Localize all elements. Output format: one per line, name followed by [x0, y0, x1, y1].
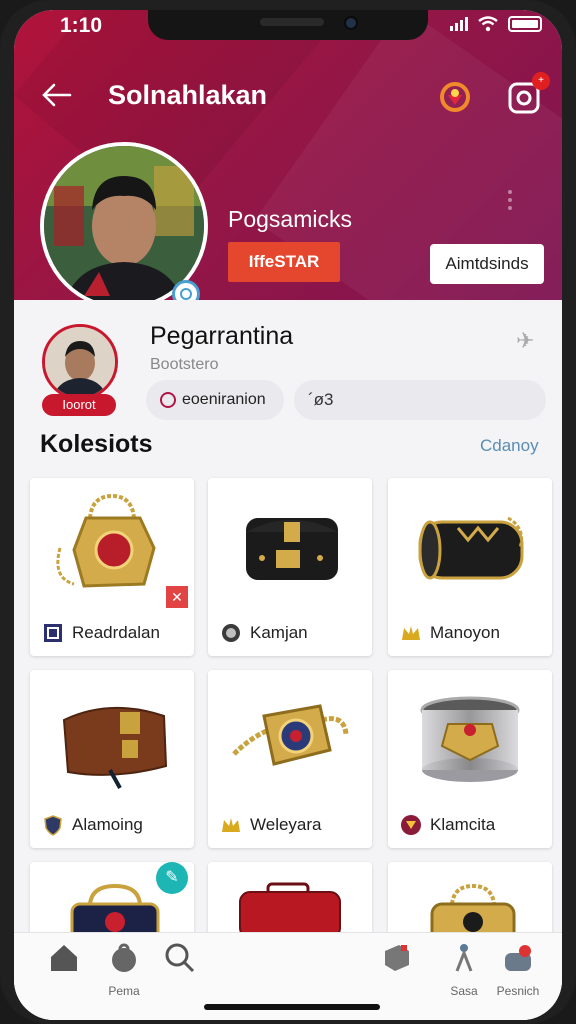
share-plane-icon[interactable]: ✈: [516, 328, 534, 354]
corner-tag-icon: ✕: [166, 586, 188, 608]
barrel-bag-icon: [418, 516, 524, 580]
search-icon: [165, 943, 195, 973]
home-indicator: [204, 1004, 380, 1010]
brown-bag-icon: [62, 706, 168, 789]
home-icon: [51, 945, 77, 971]
tile-label: Readrdalan: [72, 623, 160, 642]
tile-label: Kamjan: [250, 623, 308, 642]
page-title: Solnahlakan: [108, 80, 268, 110]
avatar-tag: Ioorot: [42, 394, 116, 416]
tile-label: Klamcita: [430, 815, 496, 834]
action-pill-label: eoeniranion: [182, 391, 266, 408]
wifi-icon: [478, 16, 498, 32]
tile-label: Manoyon: [430, 623, 500, 642]
collection-tile[interactable]: Manoyon: [388, 478, 552, 656]
bag-icon: [112, 943, 136, 972]
gold-belt-icon: [232, 704, 349, 766]
nav-item-pesnich[interactable]: Pesnich: [488, 941, 548, 998]
square-emblem-icon: [42, 622, 64, 644]
notification-badge: +: [532, 72, 550, 90]
top-bar: Solnahlakan +: [14, 70, 562, 126]
figure-icon: [455, 944, 473, 972]
round-badge-icon: [220, 622, 242, 644]
nav-item-box[interactable]: [366, 941, 426, 984]
collection-tile[interactable]: Weleyara: [208, 670, 372, 848]
status-icons: [450, 16, 542, 32]
app-screen: 1:10 Solnahlakan + Pogsamicks IffeSTAR A…: [14, 10, 562, 1020]
more-dots-icon[interactable]: [508, 186, 514, 214]
achievement-badge-icon[interactable]: [434, 76, 476, 118]
nav-item-search[interactable]: [150, 941, 210, 984]
value-pill[interactable]: ´ø3: [294, 380, 546, 420]
shield-icon: [42, 814, 64, 836]
edit-fab-icon[interactable]: ✎: [156, 862, 188, 894]
section-title: Kolesiots: [40, 430, 153, 458]
user-name: Pegarrantina: [150, 322, 294, 350]
profile-name: Pogsamicks: [228, 206, 352, 232]
crown-icon: [220, 814, 242, 836]
secondary-button[interactable]: Aimtdsinds: [430, 244, 544, 284]
signal-icon: [450, 17, 468, 31]
collection-tile[interactable]: [208, 862, 372, 942]
gold-bag-icon: [56, 493, 156, 588]
status-time: 1:10: [60, 14, 103, 37]
black-bag-icon: [246, 518, 338, 580]
action-pill[interactable]: eoeniranion: [146, 380, 284, 420]
notch: [148, 10, 428, 40]
collection-tile[interactable]: ✕ Readrdalan: [30, 478, 194, 656]
silver-cuff-icon: [420, 696, 520, 782]
ring-icon: [160, 392, 176, 408]
section-link[interactable]: Cdanoy: [480, 436, 539, 456]
camera-icon[interactable]: +: [504, 72, 550, 116]
nav-item-home[interactable]: [34, 941, 94, 984]
user-avatar[interactable]: [42, 324, 118, 400]
collection-tile[interactable]: Klamcita: [388, 670, 552, 848]
nav-item-pema[interactable]: Pema: [94, 941, 154, 998]
crown-icon: [400, 622, 422, 644]
primary-button[interactable]: IffeSTAR: [228, 242, 340, 282]
tile-label: Alamoing: [72, 815, 143, 834]
nav-item-sasa[interactable]: Sasa: [434, 941, 494, 998]
back-arrow-icon[interactable]: [40, 78, 76, 114]
collection-tile[interactable]: Alamoing: [30, 670, 194, 848]
circle-crest-icon: [400, 814, 422, 836]
collection-tile[interactable]: [388, 862, 552, 942]
tile-label: Weleyara: [250, 815, 322, 834]
profile-icon: [505, 945, 531, 971]
box-icon: [385, 945, 409, 971]
collection-tile[interactable]: Kamjan: [208, 478, 372, 656]
battery-icon: [508, 16, 542, 32]
user-handle: Bootstero: [150, 356, 219, 373]
phone-frame: 1:10 Solnahlakan + Pogsamicks IffeSTAR A…: [0, 0, 576, 1024]
